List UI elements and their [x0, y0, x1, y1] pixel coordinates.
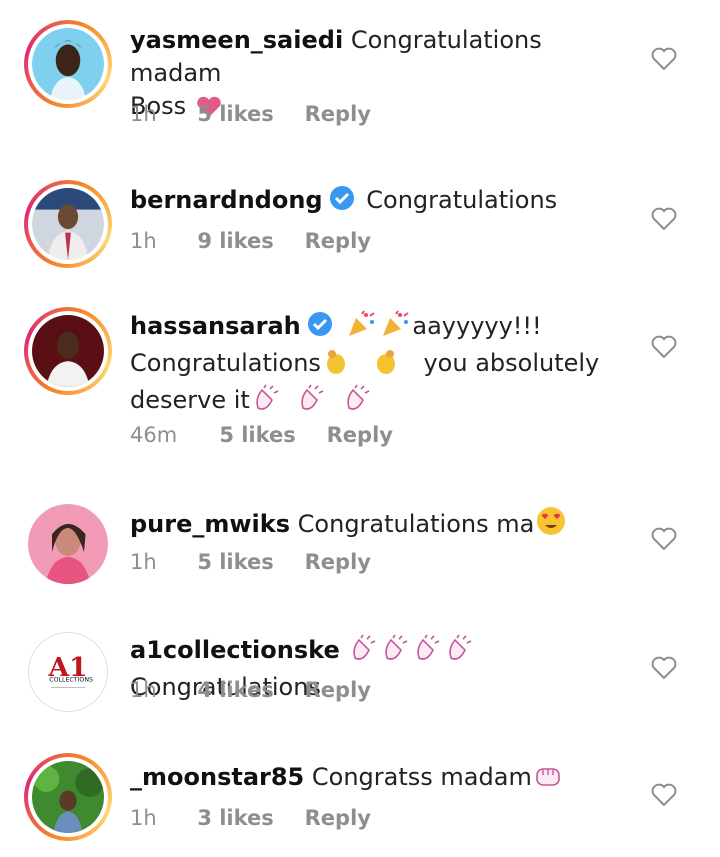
username[interactable]: yasmeen_saiedi: [130, 26, 343, 54]
username[interactable]: hassansarah: [130, 312, 301, 340]
dancing-emoji-icon: [373, 347, 399, 384]
heart-outline-icon[interactable]: [651, 783, 677, 807]
svg-text:COLLECTIONS: COLLECTIONS: [49, 676, 93, 683]
reply-button[interactable]: Reply: [305, 102, 371, 126]
party-popper-icon: [346, 310, 376, 347]
comment-meta: 1h 5 likes Reply: [130, 550, 371, 574]
clapping-hands-icon: [445, 634, 473, 671]
clapping-hands-icon: [297, 384, 325, 421]
reply-button[interactable]: Reply: [305, 550, 371, 574]
clapping-hands-icon: [343, 384, 371, 421]
comment-time: 1h: [130, 102, 157, 126]
username[interactable]: _moonstar85: [130, 763, 304, 791]
avatar[interactable]: [24, 307, 112, 395]
verified-badge-icon: [307, 311, 333, 346]
comment-time: 46m: [130, 423, 178, 447]
clapping-hands-icon: [252, 384, 280, 421]
likes-count[interactable]: 5 likes: [197, 550, 297, 574]
clapping-hands-icon: [349, 634, 377, 671]
comment-time: 1h: [130, 806, 157, 830]
clapping-hands-icon: [381, 634, 409, 671]
comment-text: _moonstar85 Congratss madam: [130, 761, 630, 798]
reply-button[interactable]: Reply: [305, 678, 371, 702]
reply-button[interactable]: Reply: [305, 229, 371, 253]
comment-meta: 46m 5 likes Reply: [130, 423, 393, 447]
heart-outline-icon[interactable]: [651, 656, 677, 680]
comment-meta: 1h 3 likes Reply: [130, 806, 371, 830]
likes-count[interactable]: 3 likes: [197, 806, 297, 830]
reply-button[interactable]: Reply: [327, 423, 393, 447]
verified-badge-icon: [329, 185, 355, 220]
heart-eyes-emoji-icon: [536, 506, 566, 545]
comment-text: pure_mwiks Congratulations ma: [130, 506, 630, 545]
comment-time: 1h: [130, 678, 157, 702]
comment-time: 1h: [130, 229, 157, 253]
clapping-hands-icon: [413, 634, 441, 671]
username[interactable]: bernardndong: [130, 186, 323, 214]
fist-bump-icon: [534, 763, 564, 798]
heart-outline-icon[interactable]: [651, 527, 677, 551]
comment-time: 1h: [130, 550, 157, 574]
likes-count[interactable]: 5 likes: [219, 423, 319, 447]
heart-outline-icon[interactable]: [651, 207, 677, 231]
avatar[interactable]: [24, 20, 112, 108]
dancing-emoji-icon: [323, 347, 349, 384]
comment-meta: 1h 9 likes Reply: [130, 229, 371, 253]
avatar[interactable]: [24, 753, 112, 841]
username[interactable]: pure_mwiks: [130, 510, 290, 538]
likes-count[interactable]: 4 likes: [197, 678, 297, 702]
avatar[interactable]: [24, 500, 112, 588]
avatar[interactable]: A1 COLLECTIONS: [24, 628, 112, 716]
heart-outline-icon[interactable]: [651, 47, 677, 71]
reply-button[interactable]: Reply: [305, 806, 371, 830]
comment-meta: 1h 4 likes Reply: [130, 678, 371, 702]
comment-text: hassansarah aayyyyy!!! Congratulations y…: [130, 310, 630, 421]
comment-meta: 1h 5 likes Reply: [130, 102, 371, 126]
avatar[interactable]: [24, 180, 112, 268]
username[interactable]: a1collectionske: [130, 636, 340, 664]
heart-outline-icon[interactable]: [651, 335, 677, 359]
party-popper-icon: [380, 310, 410, 347]
comment-text: bernardndong Congratulations: [130, 184, 630, 220]
likes-count[interactable]: 9 likes: [197, 229, 297, 253]
likes-count[interactable]: 5 likes: [197, 102, 297, 126]
